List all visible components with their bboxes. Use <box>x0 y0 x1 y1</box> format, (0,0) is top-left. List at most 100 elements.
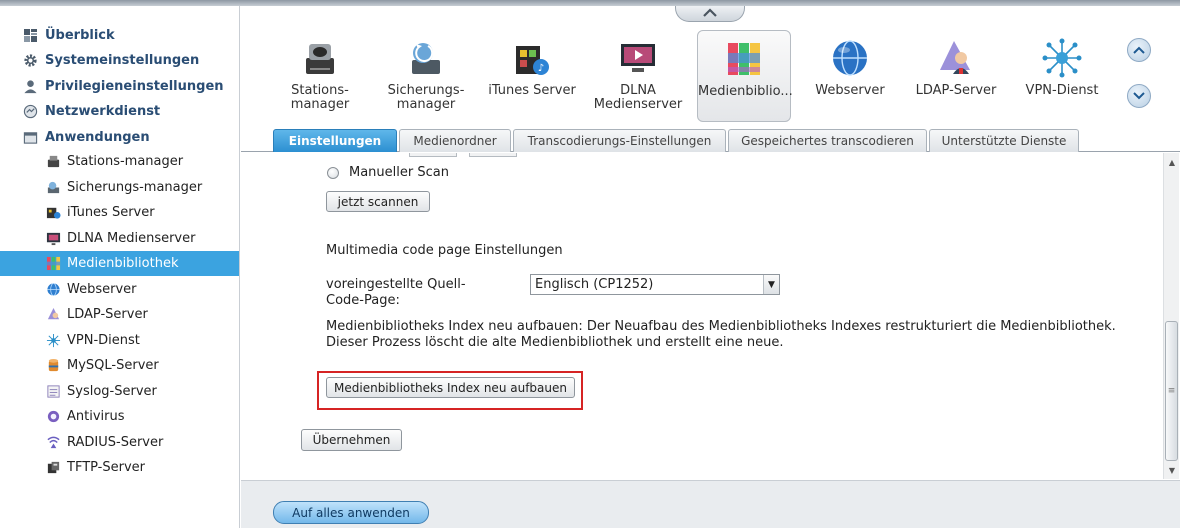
manual-scan-radio[interactable] <box>327 167 339 179</box>
sidebar-item-tftp-server[interactable]: TFTP-Server <box>0 455 239 480</box>
app-label: Sicherungs- manager <box>387 83 465 112</box>
radius-icon <box>45 435 61 451</box>
sidebar-item-label: Syslog-Server <box>67 384 157 399</box>
scrollbar-thumb[interactable]: ≡ <box>1165 321 1178 461</box>
sidebar-item-label: Anwendungen <box>45 129 150 145</box>
app-label: DLNA Medienserver <box>593 83 683 112</box>
station-manager-icon <box>306 44 334 74</box>
vpn-icon <box>1042 38 1082 78</box>
app-dlna-media-server[interactable]: DLNA Medienserver <box>591 30 685 122</box>
sidebar-item-privileges[interactable]: Privilegieneinstellungen <box>22 76 224 96</box>
app-label: iTunes Server <box>488 83 576 98</box>
sidebar-item-label: LDAP-Server <box>67 307 148 322</box>
app-itunes-server[interactable]: ♪ iTunes Server <box>485 30 579 122</box>
applications-icon <box>22 129 39 146</box>
sidebar-item-overview[interactable]: Überblick <box>22 25 115 45</box>
user-icon <box>22 78 39 95</box>
gear-icon <box>22 52 39 69</box>
sidebar-item-itunes-server[interactable]: iTunes Server <box>0 200 239 225</box>
sidebar-item-backup-manager[interactable]: Sicherungs-manager <box>0 175 239 200</box>
media-library-icon <box>45 256 61 272</box>
sidebar-item-label: Antivirus <box>67 409 125 424</box>
vpn-icon <box>45 333 61 349</box>
app-webserver[interactable]: Webserver <box>803 30 897 122</box>
sidebar-item-mysql-server[interactable]: MySQL-Server <box>0 353 239 378</box>
app-station-manager[interactable]: Stations- manager <box>273 30 367 122</box>
scroll-up-arrow-icon[interactable]: ▲ <box>1164 155 1180 169</box>
chevron-up-icon <box>702 6 718 21</box>
sidebar-item-label: VPN-Dienst <box>67 333 140 348</box>
sidebar-item-station-manager[interactable]: Stations-manager <box>0 149 239 174</box>
app-label: Webserver <box>815 83 885 98</box>
dlna-icon <box>621 44 655 72</box>
cut-off-element <box>469 153 517 157</box>
sidebar-item-label: Systemeinstellungen <box>45 52 200 68</box>
itunes-icon: ♪ <box>516 46 549 75</box>
sidebar-item-media-library[interactable]: Medienbibliothek <box>0 251 239 276</box>
sidebar-item-dlna-media-server[interactable]: DLNA Medienserver <box>0 226 239 251</box>
sidebar-item-webserver[interactable]: Webserver <box>0 277 239 302</box>
cut-off-element <box>409 153 457 157</box>
sidebar-item-applications[interactable]: Anwendungen <box>22 127 150 147</box>
sidebar-item-label: iTunes Server <box>67 205 155 220</box>
sidebar-item-label: DLNA Medienserver <box>67 231 196 246</box>
app-label: VPN-Dienst <box>1025 83 1099 98</box>
globe-icon <box>45 282 61 298</box>
sidebar-item-radius-server[interactable]: RADIUS-Server <box>0 430 239 455</box>
tab-saved-transcoding[interactable]: Gespeichertes transcodieren <box>728 129 927 152</box>
apply-to-all-button[interactable]: Auf alles anwenden <box>273 501 429 524</box>
sidebar-item-label: Netzwerkdienst <box>45 103 161 119</box>
tab-settings[interactable]: Einstellungen <box>273 129 397 152</box>
main-panel: Stations- manager Sicherungs- manager ♪ … <box>241 6 1180 528</box>
scan-now-button[interactable]: jetzt scannen <box>326 191 430 212</box>
ldap-icon <box>45 307 61 323</box>
antivirus-icon <box>45 409 61 425</box>
sidebar-item-label: RADIUS-Server <box>67 435 164 450</box>
media-library-icon <box>728 43 760 75</box>
app-label: Medienbiblio... <box>698 84 793 99</box>
sidebar-item-label: Sicherungs-manager <box>67 180 203 195</box>
tab-transcoding-settings[interactable]: Transcodierungs-Einstellungen <box>513 129 726 152</box>
scroll-down-arrow-icon[interactable]: ▼ <box>1164 463 1180 477</box>
footer-bar: Auf alles anwenden <box>241 480 1180 528</box>
scroll-apps-up-button[interactable] <box>1127 38 1151 62</box>
network-icon <box>22 103 39 120</box>
sidebar-item-label: TFTP-Server <box>67 460 146 475</box>
tab-media-folders[interactable]: Medienordner <box>399 129 511 152</box>
scroll-apps-down-button[interactable] <box>1127 84 1151 108</box>
chevron-up-icon <box>1133 43 1145 58</box>
chevron-down-icon <box>1133 89 1145 104</box>
globe-icon <box>833 40 867 76</box>
tab-supported-services[interactable]: Unterstützte Dienste <box>929 129 1079 152</box>
codepage-select[interactable]: Englisch (CP1252) ▼ <box>530 274 780 295</box>
sidebar-item-vpn-service[interactable]: VPN-Dienst <box>0 328 239 353</box>
backup-manager-icon <box>412 43 440 74</box>
apply-button[interactable]: Übernehmen <box>301 429 402 451</box>
itunes-icon <box>45 205 61 221</box>
sidebar-item-label: Stations-manager <box>67 154 184 169</box>
tab-bar: Einstellungen Medienordner Transcodierun… <box>241 127 1180 152</box>
mysql-icon <box>45 358 61 374</box>
sidebar-item-network-service[interactable]: Netzwerkdienst <box>22 101 160 121</box>
dlna-icon <box>45 231 61 247</box>
station-manager-icon <box>45 154 61 170</box>
sidebar-item-antivirus[interactable]: Antivirus <box>0 404 239 429</box>
app-label: Stations- manager <box>290 83 350 112</box>
vertical-scrollbar[interactable]: ▲ ≡ ▼ <box>1163 153 1179 479</box>
sidebar-item-label: Medienbibliothek <box>67 256 179 271</box>
rebuild-index-button[interactable]: Medienbibliotheks Index neu aufbauen <box>326 377 575 398</box>
codepage-select-value: Englisch (CP1252) <box>535 277 654 292</box>
tftp-icon <box>45 460 61 476</box>
app-vpn-service[interactable]: VPN-Dienst <box>1015 30 1109 122</box>
sidebar-item-ldap-server[interactable]: LDAP-Server <box>0 302 239 327</box>
backup-manager-icon <box>45 180 61 196</box>
sidebar-item-label: Überblick <box>45 27 115 43</box>
sidebar-item-system-settings[interactable]: Systemeinstellungen <box>22 50 199 70</box>
app-media-library[interactable]: Medienbiblio... <box>697 30 793 122</box>
ldap-icon <box>940 41 970 74</box>
app-ldap-server[interactable]: LDAP-Server <box>909 30 1003 122</box>
app-backup-manager[interactable]: Sicherungs- manager <box>379 30 473 122</box>
collapse-toggle[interactable] <box>675 6 745 22</box>
sidebar-item-syslog-server[interactable]: Syslog-Server <box>0 379 239 404</box>
content-area: Manueller Scan jetzt scannen Multimedia … <box>241 153 1163 479</box>
